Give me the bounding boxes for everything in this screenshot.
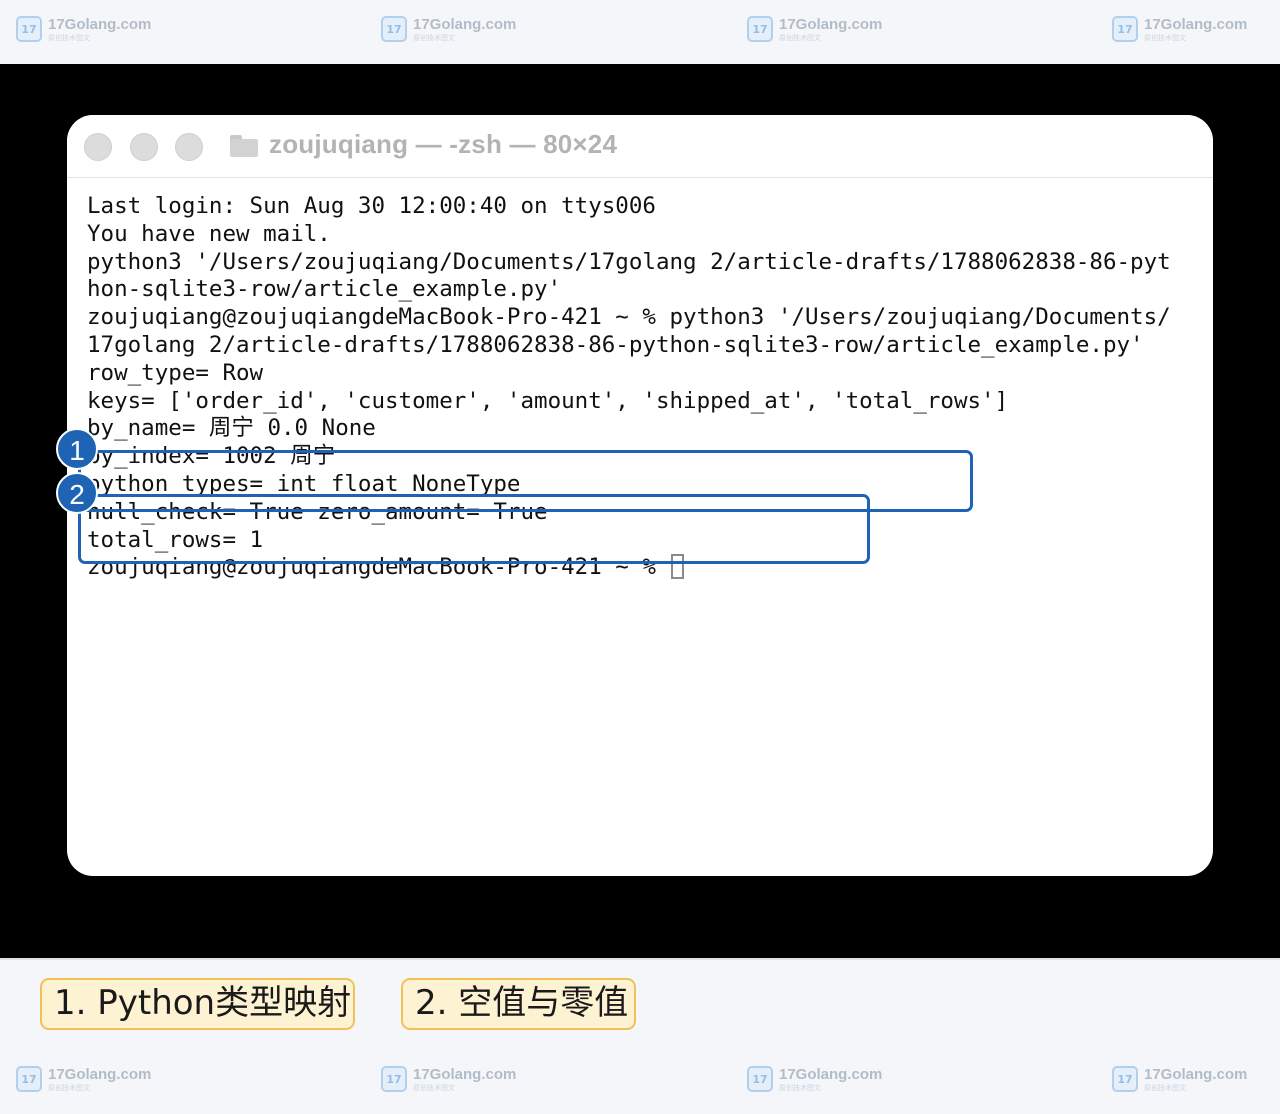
watermark: 17 17Golang.com 原创技术图文 xyxy=(747,16,882,43)
watermark-logo-icon: 17 xyxy=(16,1066,42,1092)
window-title: zoujuqiang — -zsh — 80×24 xyxy=(269,129,618,159)
watermark-tagline: 原创技术图文 xyxy=(1144,1084,1186,1092)
watermark-tagline: 原创技术图文 xyxy=(779,1084,821,1092)
watermark-tagline: 原创技术图文 xyxy=(779,34,821,42)
watermark-logo-icon: 17 xyxy=(1112,1066,1138,1092)
highlight-box-2 xyxy=(78,494,870,564)
watermark-brand: 17Golang.com xyxy=(413,1066,517,1083)
minimize-button[interactable] xyxy=(130,133,158,161)
terminal-line: row_type= Row xyxy=(87,359,264,386)
watermark: 17 17Golang.com 原创技术图文 xyxy=(1112,1066,1247,1093)
window-titlebar[interactable]: zoujuqiang — -zsh — 80×24 xyxy=(67,115,1213,178)
terminal-line: 17golang 2/article-drafts/1788062838-86-… xyxy=(87,331,1144,358)
watermark: 17 17Golang.com 原创技术图文 xyxy=(747,1066,882,1093)
marker-1: 1 xyxy=(56,428,98,470)
watermark-logo-icon: 17 xyxy=(381,16,407,42)
watermark-brand: 17Golang.com xyxy=(1144,1066,1248,1083)
watermark-band-bottom: 17 17Golang.com 原创技术图文 17 17Golang.com 原创技… xyxy=(0,1050,1280,1114)
watermark-logo-icon: 17 xyxy=(16,16,42,42)
legend-item-1: 1. Python类型映射 xyxy=(40,978,355,1030)
legend-item-2: 2. 空值与零值 xyxy=(401,978,636,1030)
terminal-line: keys= ['order_id', 'customer', 'amount',… xyxy=(87,387,1009,414)
watermark-band-top: 17 17Golang.com 原创技术图文 17 17Golang.com 原创技… xyxy=(0,0,1280,64)
watermark-logo-icon: 17 xyxy=(747,16,773,42)
watermark-brand: 17Golang.com xyxy=(413,16,517,33)
watermark-brand: 17Golang.com xyxy=(48,16,152,33)
watermark-logo-icon: 17 xyxy=(1112,16,1138,42)
watermark: 17 17Golang.com 原创技术图文 xyxy=(381,1066,516,1093)
watermark: 17 17Golang.com 原创技术图文 xyxy=(16,16,151,43)
watermark-tagline: 原创技术图文 xyxy=(48,34,90,42)
terminal-line: python3 '/Users/zoujuqiang/Documents/17g… xyxy=(87,248,1171,275)
watermark-logo-icon: 17 xyxy=(747,1066,773,1092)
close-button[interactable] xyxy=(84,133,112,161)
marker-2: 2 xyxy=(56,472,98,514)
watermark-brand: 17Golang.com xyxy=(1144,16,1248,33)
watermark-tagline: 原创技术图文 xyxy=(413,34,455,42)
zoom-button[interactable] xyxy=(175,133,203,161)
terminal-line: Last login: Sun Aug 30 12:00:40 on ttys0… xyxy=(87,193,656,219)
terminal-line: hon-sqlite3-row/article_example.py' xyxy=(87,276,562,303)
watermark-brand: 17Golang.com xyxy=(779,1066,883,1083)
watermark-tagline: 原创技术图文 xyxy=(1144,34,1186,42)
watermark: 17 17Golang.com 原创技术图文 xyxy=(16,1066,151,1093)
watermark-brand: 17Golang.com xyxy=(779,16,883,33)
folder-icon xyxy=(230,135,258,157)
terminal-line: by_name= 周宁 0.0 None xyxy=(87,415,376,442)
watermark-brand: 17Golang.com xyxy=(48,1066,152,1083)
watermark-tagline: 原创技术图文 xyxy=(413,1084,455,1092)
terminal-line: zoujuqiang@zoujuqiangdeMacBook-Pro-421 ~… xyxy=(87,304,1171,331)
watermark: 17 17Golang.com 原创技术图文 xyxy=(1112,16,1247,43)
watermark: 17 17Golang.com 原创技术图文 xyxy=(381,16,516,43)
divider xyxy=(0,958,1280,960)
watermark-logo-icon: 17 xyxy=(381,1066,407,1092)
terminal-line: You have new mail. xyxy=(87,220,331,247)
watermark-tagline: 原创技术图文 xyxy=(48,1084,90,1092)
